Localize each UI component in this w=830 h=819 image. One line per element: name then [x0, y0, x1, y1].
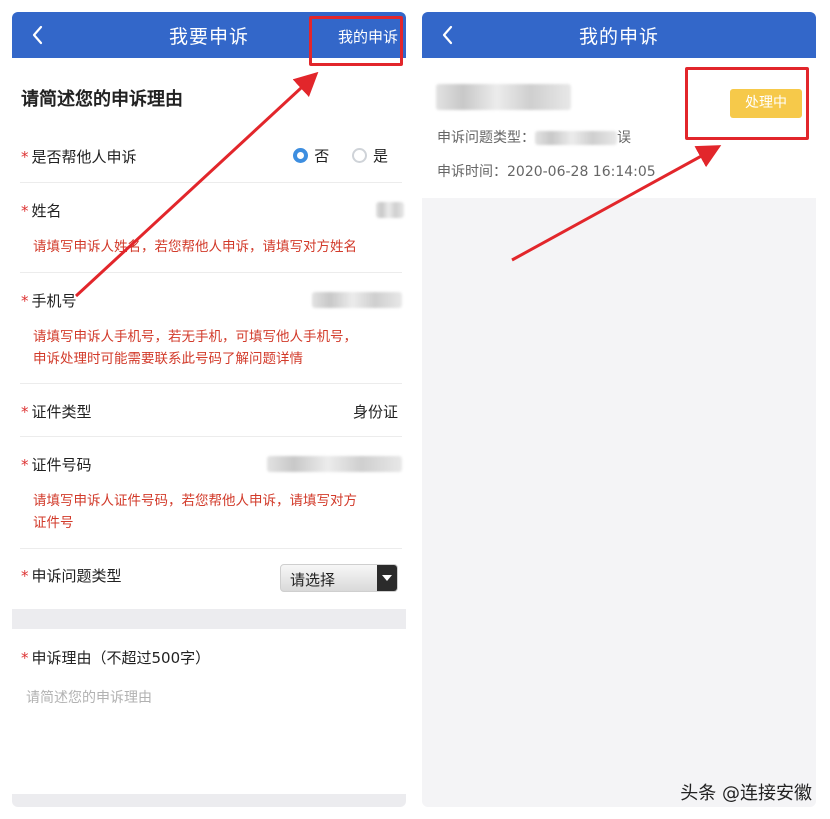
arrow-to-my-appeals — [74, 71, 319, 298]
watermark: 头条 @连接安徽 — [680, 783, 812, 804]
arrow-to-status — [511, 145, 722, 262]
annotation-arrows — [74, 71, 722, 298]
